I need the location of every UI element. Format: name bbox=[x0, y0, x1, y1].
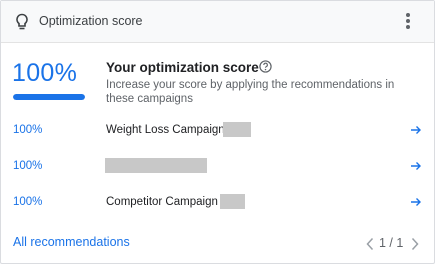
campaign-row[interactable]: 100% bbox=[1, 154, 434, 180]
campaign-row[interactable]: 100% Competitor Campaign bbox=[1, 190, 434, 216]
lightbulb-icon bbox=[16, 13, 28, 30]
card-title: Optimization score bbox=[39, 14, 143, 28]
campaign-score: 100% bbox=[13, 160, 43, 172]
help-icon[interactable] bbox=[259, 60, 272, 73]
score-progress-bar bbox=[13, 94, 85, 100]
pagination-label: 1 / 1 bbox=[379, 236, 404, 250]
campaign-name[interactable]: Competitor Campaign bbox=[106, 196, 218, 208]
optimization-score-card: Optimization score 100% Your optimizatio… bbox=[0, 0, 435, 264]
card-header: Optimization score bbox=[1, 1, 434, 43]
redacted-block bbox=[223, 122, 251, 137]
arrow-right-icon[interactable] bbox=[410, 196, 422, 208]
arrow-right-icon[interactable] bbox=[410, 124, 422, 136]
chevron-right-icon[interactable] bbox=[410, 237, 420, 251]
campaign-name[interactable]: Weight Loss Campaign bbox=[106, 124, 225, 136]
all-recommendations-link[interactable]: All recommendations bbox=[13, 235, 130, 249]
more-vert-icon[interactable] bbox=[403, 13, 413, 31]
arrow-right-icon[interactable] bbox=[410, 160, 422, 172]
score-progress-fill bbox=[13, 94, 85, 100]
campaign-score: 100% bbox=[13, 196, 43, 208]
campaign-score: 100% bbox=[13, 124, 43, 136]
chevron-left-icon[interactable] bbox=[365, 237, 375, 251]
redacted-block bbox=[105, 158, 207, 173]
score-description: Increase your score by applying the reco… bbox=[106, 79, 395, 105]
redacted-block bbox=[220, 194, 245, 209]
campaign-row[interactable]: 100% Weight Loss Campaign bbox=[1, 118, 434, 144]
overall-score-value: 100% bbox=[12, 59, 78, 87]
score-heading: Your optimization score bbox=[106, 60, 259, 75]
